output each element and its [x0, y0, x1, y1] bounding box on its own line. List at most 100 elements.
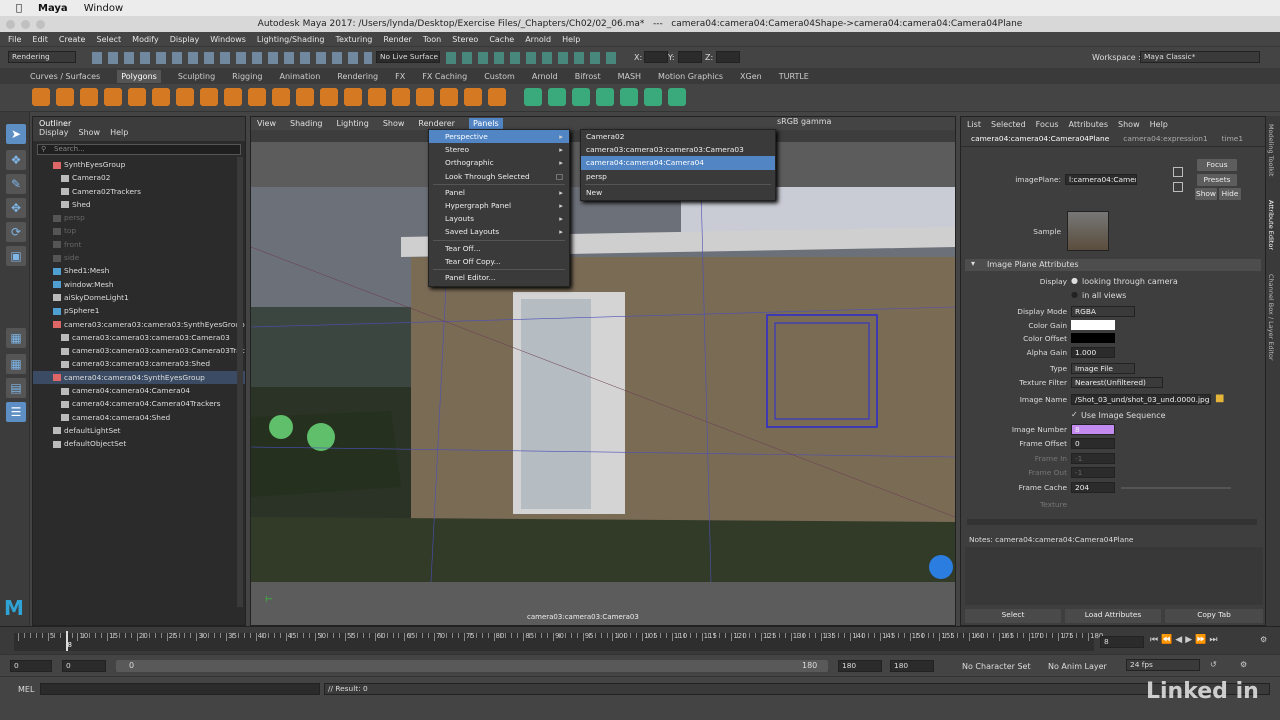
shelf-tool-icon[interactable]: [176, 88, 194, 106]
lasso-tool-icon[interactable]: ❖: [6, 150, 26, 170]
rotate-tool-icon[interactable]: ⟳: [6, 222, 26, 242]
menu-display[interactable]: Display: [170, 35, 200, 44]
frame-offset-field[interactable]: 0: [1071, 438, 1115, 449]
shelf-tab-rigging[interactable]: Rigging: [232, 72, 262, 81]
y-field[interactable]: [678, 51, 702, 63]
paint-tool-icon[interactable]: ✎: [6, 174, 26, 194]
key-icon[interactable]: ⚙: [1260, 635, 1267, 644]
outliner-row[interactable]: Camera02: [33, 171, 245, 184]
workspace-dropdown[interactable]: Maya Classic*: [1140, 51, 1260, 63]
panels-menu-item[interactable]: Layouts ▸: [429, 212, 569, 225]
node-link-icon[interactable]: [1173, 182, 1183, 192]
shelf-tool-icon[interactable]: [572, 88, 590, 106]
apple-icon[interactable]: : [16, 3, 22, 14]
shelf-tool-icon[interactable]: [548, 88, 566, 106]
hide-button[interactable]: Hide: [1219, 188, 1241, 200]
attr-menu-show[interactable]: Show: [1118, 120, 1140, 129]
panels-menu-item[interactable]: Panel ▸: [429, 186, 569, 199]
outliner-row[interactable]: window:Mesh: [33, 278, 245, 291]
shelf-tab-arnold[interactable]: Arnold: [532, 72, 558, 81]
attr-tab[interactable]: camera04:expression1: [1123, 134, 1207, 143]
scale-tool-icon[interactable]: ▣: [6, 246, 26, 266]
shelf-tool-icon[interactable]: [596, 88, 614, 106]
attr-menu-selected[interactable]: Selected: [991, 120, 1026, 129]
node-link-icon[interactable]: [1173, 167, 1183, 177]
outliner-row[interactable]: camera03:camera03:camera03:Shed: [33, 357, 245, 370]
shelf-tool-icon[interactable]: [80, 88, 98, 106]
perspective-camera-item[interactable]: Camera02: [581, 130, 775, 143]
outliner-row[interactable]: camera03:camera03:camera03:Camera03Track…: [33, 344, 245, 357]
shelf-tool-icon[interactable]: [104, 88, 122, 106]
outliner-row[interactable]: defaultLightSet: [33, 424, 245, 437]
shelf-tool-icon[interactable]: [128, 88, 146, 106]
outliner-menu-help[interactable]: Help: [110, 128, 128, 137]
outliner-row[interactable]: front: [33, 238, 245, 251]
shelf-tool-icon[interactable]: [488, 88, 506, 106]
shelf-tool-icon[interactable]: [296, 88, 314, 106]
menu-cache[interactable]: Cache: [489, 35, 514, 44]
shelf-tool-icon[interactable]: [200, 88, 218, 106]
command-input[interactable]: [40, 683, 320, 695]
shelf-tab-custom[interactable]: Custom: [484, 72, 515, 81]
shelf-tool-icon[interactable]: [152, 88, 170, 106]
shelf-tab-animation[interactable]: Animation: [279, 72, 320, 81]
render-tools[interactable]: [446, 52, 616, 64]
shelf-tab-rendering[interactable]: Rendering: [337, 72, 378, 81]
outliner-row[interactable]: top: [33, 224, 245, 237]
shelf-tool-icon[interactable]: [440, 88, 458, 106]
shelf-tab-mash[interactable]: MASH: [618, 72, 641, 81]
shelf-tool-icon[interactable]: [56, 88, 74, 106]
viewport-menu-lighting[interactable]: Lighting: [336, 119, 368, 128]
outliner-row[interactable]: defaultObjectSet: [33, 437, 245, 450]
anim-end-field[interactable]: 180: [838, 660, 882, 672]
select-tool-icon[interactable]: ➤: [6, 124, 26, 144]
panels-menu-item[interactable]: Saved Layouts ▸: [429, 225, 569, 238]
color-gain-swatch[interactable]: [1071, 320, 1115, 330]
menu-create[interactable]: Create: [59, 35, 86, 44]
menu-select[interactable]: Select: [96, 35, 121, 44]
shelf-tab-fxcaching[interactable]: FX Caching: [422, 72, 467, 81]
outliner-row[interactable]: camera03:camera03:camera03:SynthEyesGrou…: [33, 318, 245, 331]
tab-attribute-editor[interactable]: Attribute Editor: [1267, 200, 1275, 250]
outliner-row[interactable]: side: [33, 251, 245, 264]
attr-menu-focus[interactable]: Focus: [1036, 120, 1059, 129]
color-offset-swatch[interactable]: [1071, 333, 1115, 343]
timeline-ruler[interactable]: 5 10 15 20 25 30 35 40 45 50 55 60 65 70 75 80 85 90 95 100…: [14, 632, 1103, 651]
outliner-row[interactable]: persp: [33, 211, 245, 224]
perspective-camera-item[interactable]: New: [581, 186, 775, 199]
outliner-search-input[interactable]: ⚲ Search...: [37, 144, 241, 155]
menu-set-dropdown[interactable]: Rendering: [8, 51, 76, 63]
start-frame-field[interactable]: 0: [10, 660, 52, 672]
shelf-tool-icon[interactable]: [248, 88, 266, 106]
shelf-tool-icon[interactable]: [32, 88, 50, 106]
menu-windows[interactable]: Windows: [210, 35, 246, 44]
anim-layer-dropdown[interactable]: No Anim Layer: [1048, 662, 1107, 671]
shelf-tool-icon[interactable]: [320, 88, 338, 106]
perspective-camera-item[interactable]: persp: [581, 170, 775, 183]
panels-menu-item[interactable]: Perspective ▸: [429, 130, 569, 144]
viewport-menu-show[interactable]: Show: [383, 119, 405, 128]
shelf-tab-bifrost[interactable]: Bifrost: [575, 72, 601, 81]
fps-dropdown[interactable]: 24 fps: [1126, 659, 1200, 671]
perspective-camera-item[interactable]: camera04:camera04:Camera04: [581, 156, 775, 170]
image-name-field[interactable]: /Shot_03_und/shot_03_und.0000.jpg: [1071, 394, 1211, 405]
outliner-row[interactable]: Shed: [33, 198, 245, 211]
menu-texturing[interactable]: Texturing: [335, 35, 372, 44]
perspective-camera-item[interactable]: camera03:camera03:camera03:Camera03: [581, 143, 775, 156]
radio-looking-through[interactable]: ●: [1071, 276, 1078, 285]
time-slider[interactable]: 5 10 15 20 25 30 35 40 45 50 55 60 65 70 75 80 85 90 95 100…: [0, 626, 1280, 654]
image-number-field[interactable]: 8: [1071, 424, 1115, 435]
status-tools[interactable]: [92, 52, 372, 64]
menu-lightingshading[interactable]: Lighting/Shading: [257, 35, 325, 44]
single-view-icon[interactable]: ▦: [6, 328, 26, 348]
shelf-tool-icon[interactable]: [416, 88, 434, 106]
shelf-tool-icon[interactable]: [464, 88, 482, 106]
panels-menu-item[interactable]: Hypergraph Panel ▸: [429, 199, 569, 212]
shelf-tool-icon[interactable]: [668, 88, 686, 106]
outliner-row[interactable]: Shed1:Mesh: [33, 264, 245, 277]
tab-channel-box[interactable]: Channel Box / Layer Editor: [1267, 274, 1275, 361]
range-bar[interactable]: 0 180: [116, 660, 828, 672]
shelf-tool-icon[interactable]: [392, 88, 410, 106]
outliner-row[interactable]: camera04:camera04:Camera04Trackers: [33, 397, 245, 410]
texture-filter-dropdown[interactable]: Nearest(Unfiltered): [1071, 377, 1163, 388]
